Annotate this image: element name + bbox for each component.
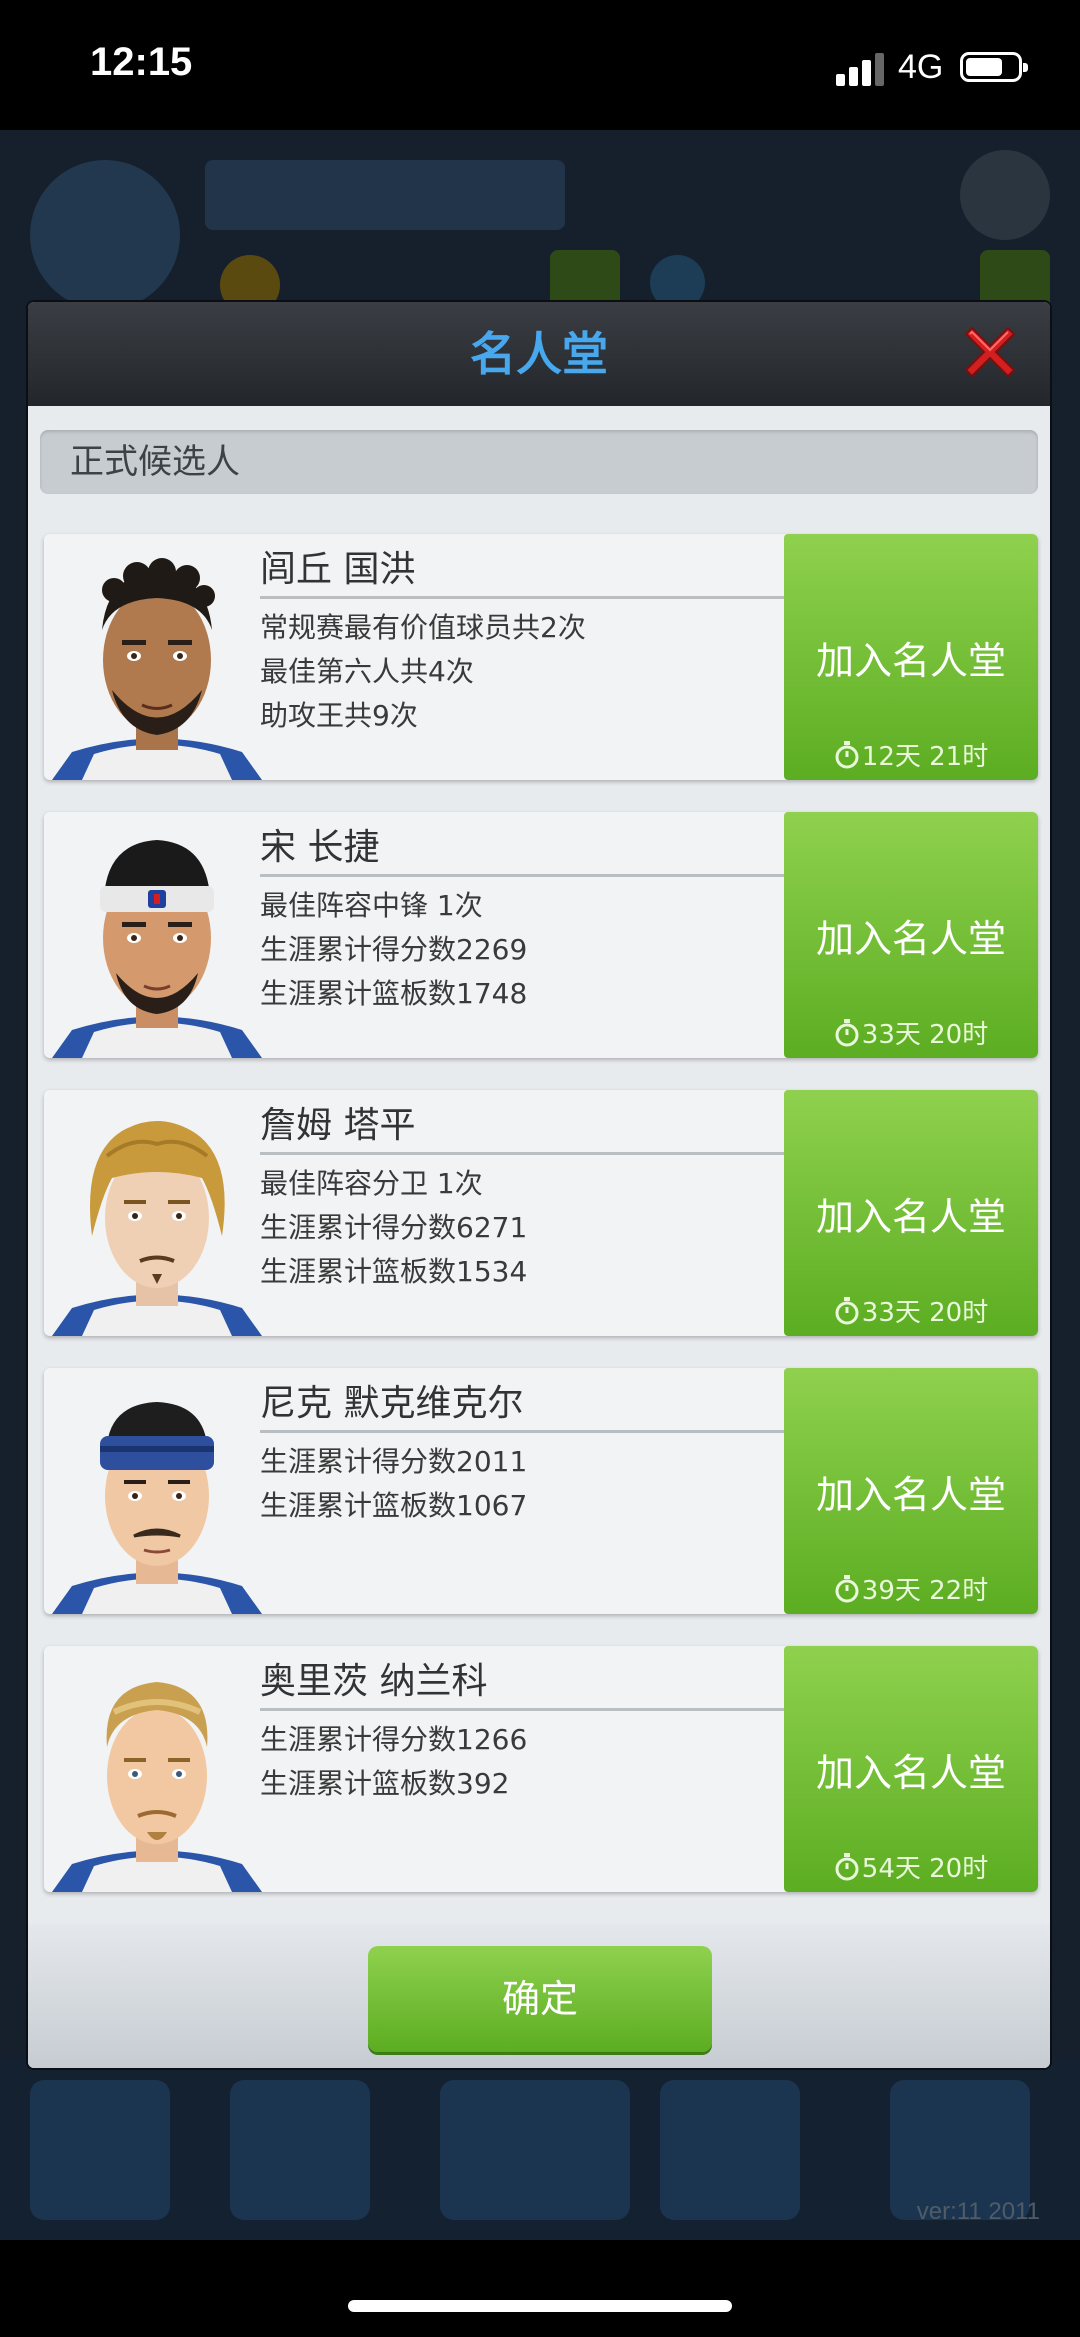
home-indicator[interactable] bbox=[348, 2300, 732, 2312]
gear-icon bbox=[960, 150, 1050, 240]
dialog-footer: 确定 bbox=[28, 1924, 1050, 2068]
nav-arena-icon bbox=[440, 2080, 630, 2220]
confirm-button[interactable]: 确定 bbox=[368, 1946, 712, 2052]
stat-line: 常规赛最有价值球员共2次 bbox=[260, 611, 586, 644]
player-avatar bbox=[52, 540, 262, 780]
player-stats: 常规赛最有价值球员共2次 最佳第六人共4次 助攻王共9次 bbox=[260, 606, 780, 738]
join-hall-of-fame-button[interactable]: 加入名人堂 33天 20时 bbox=[784, 1090, 1038, 1336]
stat-line: 生涯累计篮板数1534 bbox=[260, 1255, 528, 1288]
dialog-header: 名人堂 bbox=[28, 302, 1050, 406]
stopwatch-icon bbox=[835, 1853, 859, 1881]
join-button-label: 加入名人堂 bbox=[815, 639, 1006, 683]
nav-money-icon bbox=[230, 2080, 370, 2220]
signal-icon bbox=[836, 52, 884, 86]
countdown-text: 39天 22时 bbox=[861, 1576, 989, 1606]
stat-line: 生涯累计得分数1266 bbox=[260, 1723, 528, 1756]
countdown-text: 33天 20时 bbox=[861, 1020, 989, 1050]
stat-line: 最佳阵容分卫 1次 bbox=[260, 1167, 483, 1200]
stat-line: 生涯累计篮板数392 bbox=[260, 1767, 510, 1800]
stat-line: 助攻王共9次 bbox=[260, 699, 418, 732]
candidate-card: 宋 长捷 最佳阵容中锋 1次 生涯累计得分数2269 生涯累计篮板数1748 加… bbox=[44, 812, 1038, 1058]
player-name: 奥里茨 纳兰科 bbox=[260, 1661, 488, 1702]
stat-line: 生涯累计篮板数1748 bbox=[260, 977, 528, 1010]
join-hall-of-fame-button[interactable]: 加入名人堂 39天 22时 bbox=[784, 1368, 1038, 1614]
player-name: 宋 长捷 bbox=[260, 827, 380, 868]
player-avatar bbox=[52, 818, 262, 1058]
confirm-button-label: 确定 bbox=[501, 1977, 578, 2021]
countdown-text: 12天 21时 bbox=[861, 742, 989, 772]
add-cash-button bbox=[550, 250, 620, 310]
close-x-icon bbox=[964, 326, 1016, 378]
player-stats: 最佳阵容中锋 1次 生涯累计得分数2269 生涯累计篮板数1748 bbox=[260, 884, 780, 1016]
name-divider bbox=[260, 1708, 784, 1711]
player-avatar bbox=[52, 1374, 262, 1614]
stat-line: 最佳第六人共4次 bbox=[260, 655, 474, 688]
stopwatch-icon bbox=[835, 1297, 859, 1325]
player-avatar bbox=[52, 1096, 262, 1336]
nav-chat-icon bbox=[660, 2080, 800, 2220]
player-avatar bbox=[52, 1652, 262, 1892]
player-stats: 生涯累计得分数2011 生涯累计篮板数1067 bbox=[260, 1440, 780, 1528]
stopwatch-icon bbox=[835, 1575, 859, 1603]
join-hall-of-fame-button[interactable]: 加入名人堂 54天 20时 bbox=[784, 1646, 1038, 1892]
candidate-card: 闾丘 国洪 常规赛最有价值球员共2次 最佳第六人共4次 助攻王共9次 加入名人堂… bbox=[44, 534, 1038, 780]
countdown-timer: 54天 20时 bbox=[784, 1848, 1038, 1885]
countdown-text: 54天 20时 bbox=[861, 1854, 989, 1884]
hall-of-fame-dialog: 名人堂 正式候选人 闾丘 国洪 常规赛最有价值球员共2次 最佳第六人共4次 助攻… bbox=[28, 302, 1050, 2068]
stat-line: 生涯累计得分数2269 bbox=[260, 933, 528, 966]
network-type: 4G bbox=[898, 48, 944, 86]
player-stats: 最佳阵容分卫 1次 生涯累计得分数6271 生涯累计篮板数1534 bbox=[260, 1162, 780, 1294]
name-divider bbox=[260, 874, 784, 877]
join-hall-of-fame-button[interactable]: 加入名人堂 12天 21时 bbox=[784, 534, 1038, 780]
name-divider bbox=[260, 1430, 784, 1433]
join-button-label: 加入名人堂 bbox=[815, 1195, 1006, 1239]
name-divider bbox=[260, 596, 784, 599]
stat-line: 生涯累计得分数2011 bbox=[260, 1445, 528, 1478]
join-button-label: 加入名人堂 bbox=[815, 917, 1006, 961]
join-button-label: 加入名人堂 bbox=[815, 1473, 1006, 1517]
candidate-card: 尼克 默克维克尔 生涯累计得分数2011 生涯累计篮板数1067 加入名人堂 3… bbox=[44, 1368, 1038, 1614]
candidate-card: 詹姆 塔平 最佳阵容分卫 1次 生涯累计得分数6271 生涯累计篮板数1534 … bbox=[44, 1090, 1038, 1336]
countdown-timer: 39天 22时 bbox=[784, 1570, 1038, 1607]
status-bar: 12:15 4G bbox=[0, 0, 1080, 130]
countdown-timer: 33天 20时 bbox=[784, 1014, 1038, 1051]
add-gem-button bbox=[980, 250, 1050, 310]
player-name: 尼克 默克维克尔 bbox=[260, 1383, 524, 1424]
team-logo bbox=[30, 160, 180, 310]
nav-star-icon bbox=[30, 2080, 170, 2220]
candidate-card: 奥里茨 纳兰科 生涯累计得分数1266 生涯累计篮板数392 加入名人堂 54天… bbox=[44, 1646, 1038, 1892]
player-name: 詹姆 塔平 bbox=[260, 1105, 416, 1146]
status-time: 12:15 bbox=[90, 40, 193, 84]
section-label: 正式候选人 bbox=[70, 442, 240, 482]
countdown-timer: 12天 21时 bbox=[784, 736, 1038, 773]
stat-line: 生涯累计篮板数1067 bbox=[260, 1489, 528, 1522]
version-label: ver:11 2011 bbox=[916, 2198, 1040, 2225]
dialog-body: 正式候选人 闾丘 国洪 常规赛最有价值球员共2次 最佳第六人共4次 助攻王共9次… bbox=[28, 406, 1050, 1924]
stat-line: 生涯累计得分数6271 bbox=[260, 1211, 528, 1244]
stat-line: 最佳阵容中锋 1次 bbox=[260, 889, 483, 922]
section-header: 正式候选人 bbox=[40, 430, 1038, 494]
player-stats: 生涯累计得分数1266 生涯累计篮板数392 bbox=[260, 1718, 780, 1806]
battery-icon bbox=[960, 52, 1028, 82]
countdown-timer: 33天 20时 bbox=[784, 1292, 1038, 1329]
team-name-bar bbox=[205, 160, 565, 230]
countdown-text: 33天 20时 bbox=[861, 1298, 989, 1328]
dialog-title: 名人堂 bbox=[470, 327, 608, 381]
join-hall-of-fame-button[interactable]: 加入名人堂 33天 20时 bbox=[784, 812, 1038, 1058]
name-divider bbox=[260, 1152, 784, 1155]
stopwatch-icon bbox=[835, 741, 859, 769]
stopwatch-icon bbox=[835, 1019, 859, 1047]
close-button[interactable] bbox=[958, 320, 1022, 384]
player-name: 闾丘 国洪 bbox=[260, 549, 416, 590]
join-button-label: 加入名人堂 bbox=[815, 1751, 1006, 1795]
